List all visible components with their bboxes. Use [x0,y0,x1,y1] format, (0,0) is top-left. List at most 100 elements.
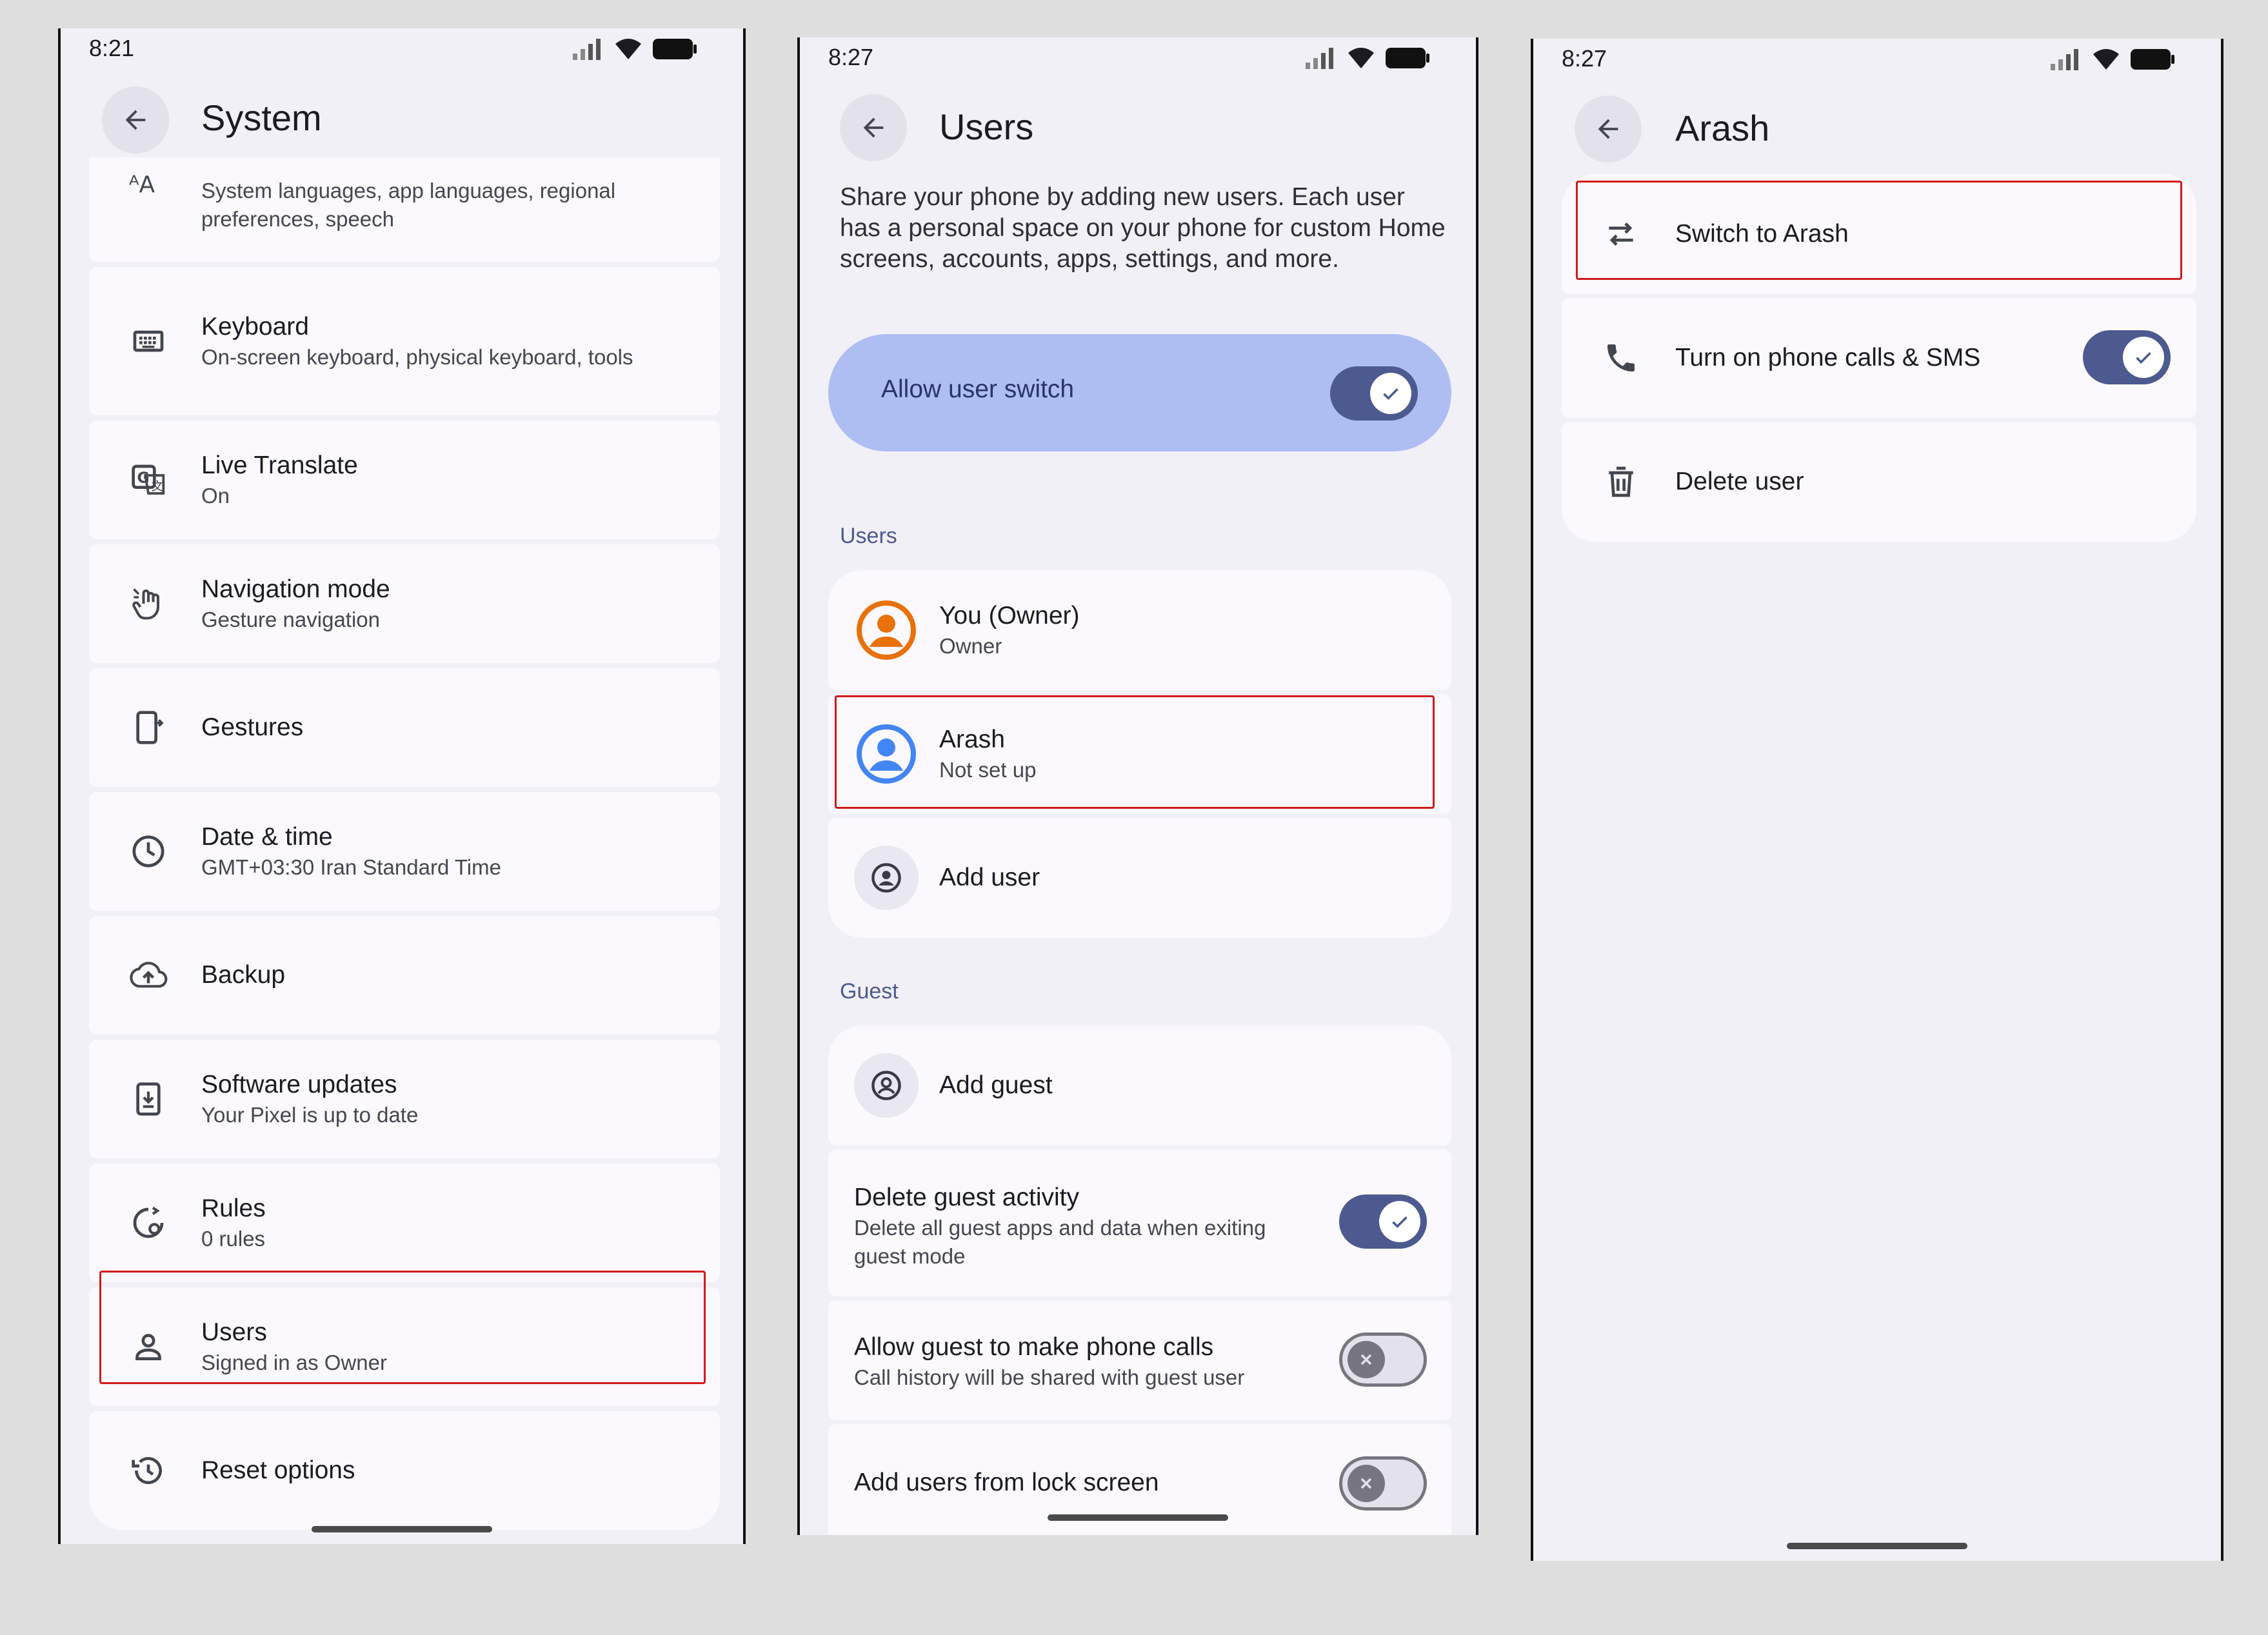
arrow-back-icon [125,110,146,130]
add-users-lock-screen-title: Add users from lock screen [854,1469,1159,1496]
signal-icon [1306,48,1333,69]
add-guest-label: Add guest [939,1071,1053,1099]
add-user-button[interactable]: Add user [828,818,1451,938]
svg-text:文: 文 [152,480,164,493]
delete-guest-activity-subtitle: Delete all guest apps and data when exit… [854,1216,1266,1268]
guest-phone-calls-toggle[interactable] [1339,1333,1427,1387]
page-title: System [201,97,322,138]
guest-phone-calls-subtitle: Call history will be shared with guest u… [854,1365,1245,1389]
gestures-phone-icon [128,707,169,748]
gesture-hand-icon [128,583,169,624]
settings-item-live-translate[interactable]: G文 Live Translate On [89,421,720,539]
wifi-icon [2093,49,2119,70]
settings-item-reset-options[interactable]: Reset options [89,1411,720,1530]
settings-item-backup[interactable]: Backup [89,916,720,1035]
allow-user-switch-label: Allow user switch [881,375,1075,403]
delete-user-row[interactable]: Delete user [1562,422,2196,542]
highlight-box [99,1271,706,1384]
translate-icon: G文 [128,459,169,500]
back-button[interactable] [840,94,907,161]
check-icon [1370,373,1411,414]
app-bar: Arash [1533,84,2221,174]
system-update-icon [128,1078,169,1120]
check-icon [2123,337,2164,378]
page-title: Users [939,106,1034,147]
settings-item-title: Navigation mode [201,575,390,603]
system-icons [2049,48,2176,71]
settings-item-subtitle: 0 rules [201,1227,266,1251]
delete-guest-activity-row[interactable]: Delete guest activity Delete all guest a… [828,1149,1451,1296]
system-settings-screen: 8:21 System ᴬA System languages, app lan… [58,28,746,1544]
phone-calls-sms-toggle[interactable] [2083,330,2171,384]
delete-guest-activity-toggle[interactable] [1339,1194,1427,1249]
svg-text:ᴬA: ᴬA [129,172,155,197]
rules-icon [128,1202,169,1244]
add-user-icon [854,846,919,910]
wifi-icon [1348,48,1374,68]
guest-phone-calls-row[interactable]: Allow guest to make phone calls Call his… [828,1300,1451,1420]
highlight-box [835,695,1435,809]
settings-item-title: Live Translate [201,451,358,479]
home-indicator[interactable] [1048,1514,1228,1521]
settings-item-subtitle: On [201,484,230,508]
system-icons [1304,46,1431,70]
settings-item-software-updates[interactable]: Software updates Your Pixel is up to dat… [89,1040,720,1158]
settings-item-rules[interactable]: Rules 0 rules [89,1164,720,1282]
keyboard-icon [128,321,169,362]
settings-item-title: Reset options [201,1456,355,1484]
app-bar: System [61,74,743,164]
phone-icon [1600,337,1642,379]
trash-icon [1600,461,1642,502]
cloud-upload-icon [128,955,169,996]
wifi-icon [615,39,641,59]
settings-item-subtitle: GMT+03:30 Iran Standard Time [201,855,501,879]
users-screen: 8:27 Users Share your phone by adding ne… [797,37,1478,1535]
user-item-owner[interactable]: You (Owner) Owner [828,570,1451,690]
settings-item-languages[interactable]: ᴬA System languages, app languages, regi… [89,157,720,262]
section-header-users: Users [840,524,897,548]
status-time: 8:27 [1562,45,1607,72]
add-guest-icon [854,1053,919,1118]
user-item-subtitle: Owner [939,634,1002,658]
users-description: Share your phone by adding new users. Ea… [840,183,1446,273]
page-title: Arash [1675,108,1770,148]
settings-item-subtitle: Gesture navigation [201,608,381,631]
arrow-back-icon [1598,119,1618,139]
settings-item-title: Keyboard [201,313,309,341]
app-bar: Users [800,83,1476,173]
home-indicator[interactable] [312,1526,492,1532]
phone-calls-sms-row[interactable]: Turn on phone calls & SMS [1562,298,2196,418]
status-time: 8:21 [89,35,135,61]
settings-item-keyboard[interactable]: Keyboard On-screen keyboard, physical ke… [89,267,720,415]
settings-item-subtitle: Your Pixel is up to date [201,1103,419,1127]
delete-guest-activity-title: Delete guest activity [854,1184,1080,1211]
delete-user-label: Delete user [1675,468,1804,495]
settings-item-navigation-mode[interactable]: Navigation mode Gesture navigation [89,544,720,663]
settings-item-date-time[interactable]: Date & time GMT+03:30 Iran Standard Time [89,792,720,911]
highlight-box [1576,181,2182,280]
close-icon [1348,1465,1385,1502]
guest-phone-calls-title: Allow guest to make phone calls [854,1333,1214,1361]
user-detail-screen: 8:27 Arash Switch to Arash Turn on phone… [1531,39,2223,1561]
allow-user-switch-row[interactable]: Allow user switch [828,334,1451,451]
allow-user-switch-toggle[interactable] [1330,366,1418,421]
close-icon [1348,1341,1385,1378]
back-button[interactable] [1575,95,1642,163]
add-users-lock-screen-toggle[interactable] [1339,1456,1427,1511]
settings-item-gestures[interactable]: Gestures [89,668,720,787]
settings-item-title: Backup [201,961,286,989]
settings-item-title: Date & time [201,823,333,851]
arrow-back-icon [863,117,884,138]
battery-icon [2131,49,2174,70]
owner-avatar-icon [854,598,919,662]
check-icon [1379,1201,1420,1242]
home-indicator[interactable] [1787,1543,1967,1549]
signal-icon [2051,49,2078,70]
signal-icon [573,39,601,60]
add-guest-button[interactable]: Add guest [828,1026,1451,1145]
status-time: 8:27 [828,44,874,70]
back-button[interactable] [102,86,169,154]
history-icon [128,1450,169,1491]
clock-icon [128,831,169,872]
user-item-title: You (Owner) [939,602,1080,629]
